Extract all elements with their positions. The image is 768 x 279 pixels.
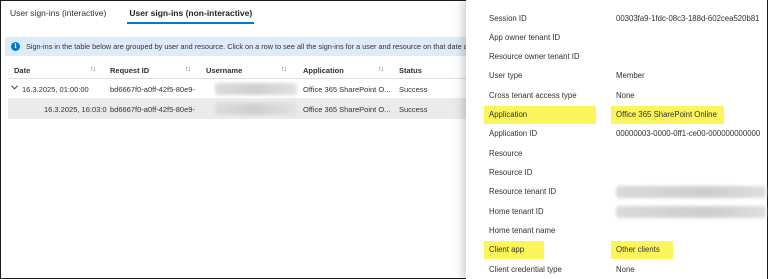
detail-label: Resource owner tenant ID [489, 52, 580, 61]
column-header-request-id[interactable]: Request ID [110, 66, 149, 75]
detail-client-credential-type: Client credential type None [466, 261, 767, 279]
redacted-value [616, 206, 766, 218]
details-pane: Session ID 00303fa9-1fdc-08c3-188d-602ce… [466, 0, 767, 279]
column-header-application[interactable]: Application [303, 66, 344, 75]
cell-status: Success [399, 105, 428, 114]
chevron-down-icon[interactable] [10, 83, 19, 92]
detail-client-app: Client app Other clients [466, 241, 767, 259]
cell-application: Office 365 SharePoint O... [303, 105, 391, 114]
info-icon: i [11, 42, 20, 51]
detail-app-owner-tenant-id: App owner tenant ID [466, 29, 767, 47]
detail-user-type: User type Member [466, 67, 767, 85]
sort-icon[interactable]: ↑↓ [90, 66, 96, 73]
cell-status: Success [399, 85, 428, 94]
detail-home-tenant-name: Home tenant name [466, 222, 767, 240]
detail-label: Session ID [489, 14, 527, 23]
detail-cross-tenant-access-type: Cross tenant access type None [466, 87, 767, 105]
detail-value: Other clients [616, 245, 660, 254]
detail-label: Client credential type [489, 265, 562, 274]
info-banner: i Sign-ins in the table below are groupe… [5, 37, 475, 56]
detail-value: 00303fa9-1fdc-08c3-188d-602cea520b81 [616, 14, 760, 23]
detail-label: Cross tenant access type [489, 91, 577, 100]
cell-date: 16.3.2025, 01:00:00 [22, 85, 89, 94]
detail-label: Resource tenant ID [489, 187, 557, 196]
detail-value: None [616, 265, 635, 274]
detail-label: Client app [489, 245, 525, 254]
sign-ins-table: Date ↑↓ Request ID ↑↓ Username ↑↓ Applic… [8, 61, 478, 119]
detail-label: User type [489, 71, 523, 80]
detail-value: 00000003-0000-0ff1-ce00-000000000000 [616, 129, 761, 138]
tab-bar: User sign-ins (interactive) User sign-in… [8, 6, 273, 26]
tab-non-interactive[interactable]: User sign-ins (non-interactive) [127, 6, 255, 24]
detail-value: Office 365 SharePoint Online [616, 110, 717, 119]
detail-application-id: Application ID 00000003-0000-0ff1-ce00-0… [466, 125, 767, 143]
sort-icon[interactable]: ↑↓ [281, 66, 287, 73]
detail-resource: Resource [466, 145, 767, 163]
detail-home-tenant-id: Home tenant ID [466, 203, 767, 221]
column-header-status[interactable]: Status [399, 66, 422, 75]
info-banner-text: Sign-ins in the table below are grouped … [26, 42, 468, 51]
cell-application: Office 365 SharePoint O... [303, 85, 391, 94]
sort-icon[interactable]: ↑↓ [185, 66, 191, 73]
cell-date: 16.3.2025, 16:03:0 [44, 105, 107, 114]
detail-label: Home tenant name [489, 226, 556, 235]
table-row[interactable]: 16.3.2025, 01:00:00 bd6667f0-a0ff-42f5-8… [8, 79, 478, 99]
tab-interactive[interactable]: User sign-ins (interactive) [8, 6, 108, 24]
cell-request-id: bd6667f0-a0ff-42f5-80e9- [110, 85, 195, 94]
detail-application: Application Office 365 SharePoint Online [466, 106, 767, 124]
detail-resource-tenant-id: Resource tenant ID [466, 183, 767, 201]
table-row[interactable]: 16.3.2025, 16:03:0 bd6667f0-a0ff-42f5-80… [8, 99, 478, 119]
detail-resource-id: Resource ID [466, 164, 767, 182]
redacted-username [215, 83, 297, 95]
detail-label: Resource [489, 149, 523, 158]
detail-label: Home tenant ID [489, 207, 544, 216]
detail-label: Resource ID [489, 168, 533, 177]
cell-request-id: bd6667f0-a0ff-42f5-80e9- [110, 105, 195, 114]
detail-label: Application [489, 110, 528, 119]
column-header-username[interactable]: Username [206, 66, 242, 75]
table-header: Date ↑↓ Request ID ↑↓ Username ↑↓ Applic… [8, 61, 478, 79]
redacted-value [616, 186, 766, 198]
redacted-username [215, 103, 297, 115]
detail-resource-owner-tenant-id: Resource owner tenant ID [466, 48, 767, 66]
detail-session-id: Session ID 00303fa9-1fdc-08c3-188d-602ce… [466, 10, 767, 28]
detail-label: App owner tenant ID [489, 33, 561, 42]
detail-label: Application ID [489, 129, 538, 138]
detail-value: None [616, 91, 635, 100]
detail-value: Member [616, 71, 645, 80]
column-header-date[interactable]: Date [14, 66, 30, 75]
sort-icon[interactable]: ↑↓ [378, 66, 384, 73]
